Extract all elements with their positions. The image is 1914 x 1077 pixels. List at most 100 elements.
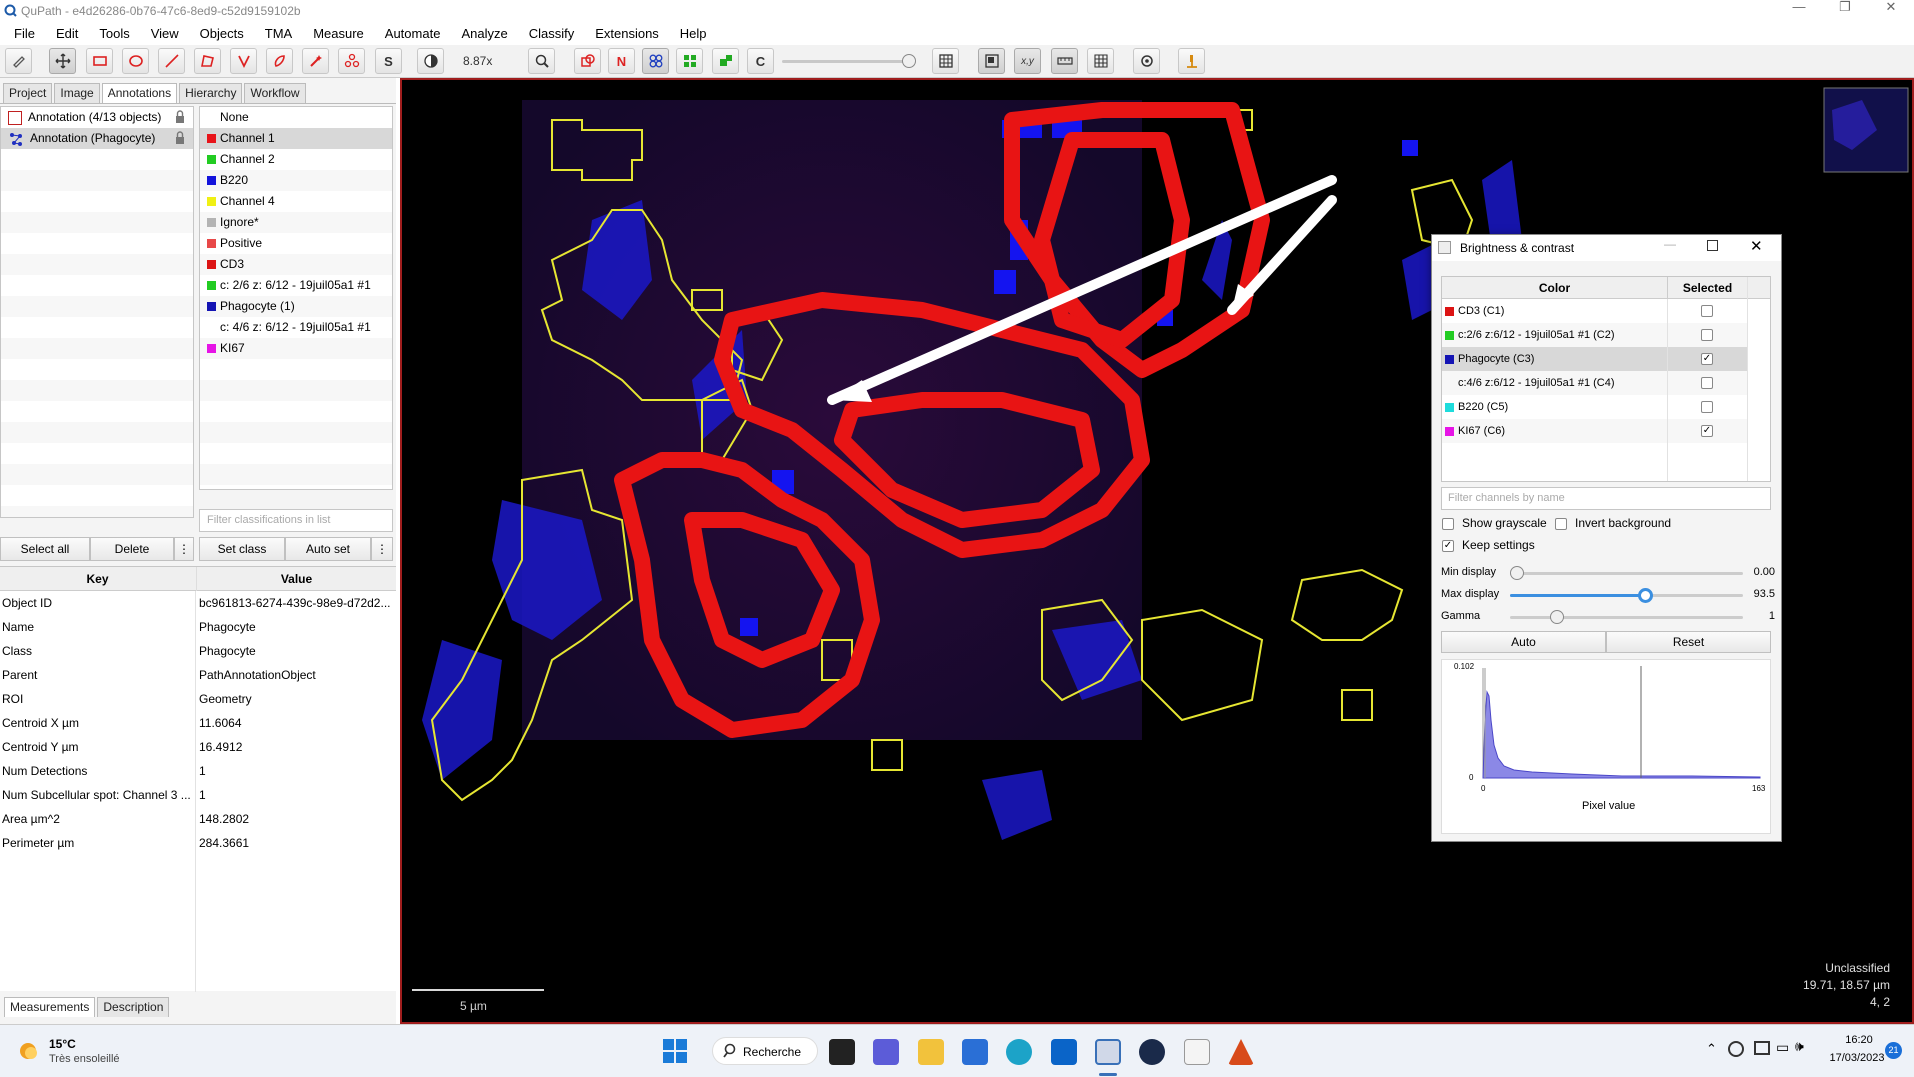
- class-list-item[interactable]: KI67: [200, 338, 392, 359]
- preferences-gear-icon[interactable]: [1133, 48, 1160, 74]
- teams-chat-icon[interactable]: [873, 1039, 899, 1065]
- line-tool-icon[interactable]: [158, 48, 185, 74]
- class-list-item[interactable]: c: 2/6 z: 6/12 - 19juil05a1 #1: [200, 275, 392, 296]
- show-overview-icon[interactable]: [978, 48, 1005, 74]
- outlook-icon[interactable]: [1051, 1039, 1077, 1065]
- store-icon[interactable]: [962, 1039, 988, 1065]
- tab-measurements[interactable]: Measurements: [4, 997, 96, 1017]
- channel-row[interactable]: c:2/6 z:6/12 - 19juil05a1 #1 (C2): [1442, 323, 1747, 347]
- min-display-slider[interactable]: [1510, 572, 1743, 575]
- clock-time[interactable]: 16:20: [1834, 1034, 1884, 1046]
- menu-extensions[interactable]: Extensions: [581, 26, 666, 41]
- wand-tool-icon[interactable]: [302, 48, 329, 74]
- opacity-slider-thumb[interactable]: [902, 54, 916, 68]
- auto-set-button[interactable]: Auto set: [285, 537, 371, 561]
- show-annotations-icon[interactable]: [574, 48, 601, 74]
- measurement-table-icon[interactable]: [932, 48, 959, 74]
- close-window-button[interactable]: ✕: [1868, 0, 1914, 21]
- menu-help[interactable]: Help: [666, 26, 714, 41]
- selection-mode-button[interactable]: S: [375, 48, 402, 74]
- menu-view[interactable]: View: [137, 26, 186, 41]
- class-list-item[interactable]: Channel 2: [200, 149, 392, 170]
- channel-visible-checkbox[interactable]: [1701, 401, 1713, 413]
- show-connections-button[interactable]: C: [747, 48, 774, 74]
- task-view-icon[interactable]: [829, 1039, 855, 1065]
- menu-analyze[interactable]: Analyze: [447, 26, 514, 41]
- menu-objects[interactable]: Objects: [186, 26, 251, 41]
- show-location-button[interactable]: x,y: [1014, 48, 1041, 74]
- class-list-item[interactable]: c: 4/6 z: 6/12 - 19juil05a1 #1: [200, 317, 392, 338]
- table-row[interactable]: Parent PathAnnotationObject: [0, 663, 396, 687]
- class-list-item[interactable]: None: [200, 107, 392, 128]
- clock-date[interactable]: 17/03/2023: [1824, 1052, 1890, 1064]
- show-tma-grid-icon[interactable]: [642, 48, 669, 74]
- rectangle-tool-icon[interactable]: [86, 48, 113, 74]
- table-row[interactable]: Class Phagocyte: [0, 639, 396, 663]
- dialog-close-button[interactable]: ✕: [1750, 237, 1763, 255]
- menu-automate[interactable]: Automate: [371, 26, 448, 41]
- class-list-item[interactable]: Phagocyte (1): [200, 296, 392, 317]
- annotation-more-button[interactable]: ⋮: [174, 537, 194, 561]
- taskbar-search-box[interactable]: Recherche: [712, 1037, 818, 1065]
- tab-description[interactable]: Description: [97, 997, 170, 1017]
- channel-row[interactable]: Phagocyte (C3) ✓: [1442, 347, 1747, 371]
- tab-workflow[interactable]: Workflow: [244, 83, 306, 103]
- class-list-item[interactable]: B220: [200, 170, 392, 191]
- windows-start-icon[interactable]: [663, 1039, 687, 1063]
- class-list-item[interactable]: Ignore*: [200, 212, 392, 233]
- menu-classify[interactable]: Classify: [515, 26, 582, 41]
- channel-row[interactable]: KI67 (C6) ✓: [1442, 419, 1747, 443]
- show-grayscale-checkbox[interactable]: [1442, 518, 1454, 530]
- channel-visible-checkbox[interactable]: [1701, 377, 1713, 389]
- max-display-thumb[interactable]: [1638, 588, 1653, 603]
- tab-annotations[interactable]: Annotations: [101, 83, 178, 103]
- delete-button[interactable]: Delete: [90, 537, 174, 561]
- menu-tma[interactable]: TMA: [251, 26, 299, 41]
- channel-row[interactable]: CD3 (C1): [1442, 299, 1747, 323]
- menu-edit[interactable]: Edit: [42, 26, 85, 41]
- maximize-button[interactable]: ❐: [1822, 0, 1868, 21]
- zen-app-icon[interactable]: [1139, 1039, 1165, 1065]
- class-more-button[interactable]: ⋮: [371, 537, 393, 561]
- show-scalebar-icon[interactable]: [1051, 48, 1078, 74]
- qupath-taskbar-icon[interactable]: [1095, 1039, 1121, 1065]
- select-all-button[interactable]: Select all: [0, 537, 90, 561]
- channel-filter-input[interactable]: Filter channels by name: [1441, 487, 1771, 510]
- channel-visible-checkbox[interactable]: ✓: [1701, 353, 1713, 365]
- list-item[interactable]: Annotation (4/13 objects): [1, 107, 193, 128]
- chevron-up-icon[interactable]: ⌃: [1706, 1041, 1717, 1057]
- edge-browser-icon[interactable]: [1006, 1039, 1032, 1065]
- table-row[interactable]: Name Phagocyte: [0, 615, 396, 639]
- matlab-icon[interactable]: [1228, 1039, 1254, 1065]
- gamma-thumb[interactable]: [1550, 610, 1564, 624]
- zoom-to-fit-icon[interactable]: [528, 48, 555, 74]
- volume-icon[interactable]: 🕪: [1795, 1038, 1804, 1055]
- auto-button[interactable]: Auto: [1441, 631, 1606, 653]
- menu-tools[interactable]: Tools: [85, 26, 136, 41]
- sync-icon[interactable]: [1728, 1041, 1744, 1057]
- class-filter-input[interactable]: Filter classifications in list: [199, 509, 393, 532]
- display-icon[interactable]: [1754, 1041, 1770, 1055]
- points-tool-icon[interactable]: [338, 48, 365, 74]
- weather-sun-icon[interactable]: [17, 1040, 39, 1062]
- min-display-thumb[interactable]: [1510, 566, 1524, 580]
- menu-measure[interactable]: Measure: [299, 26, 371, 41]
- class-list-item[interactable]: CD3: [200, 254, 392, 275]
- network-icon[interactable]: ▭: [1776, 1039, 1789, 1056]
- show-detections-icon[interactable]: [676, 48, 703, 74]
- invert-background-checkbox[interactable]: [1555, 518, 1567, 530]
- tab-image[interactable]: Image: [54, 83, 100, 103]
- table-row[interactable]: Centroid X µm 11.6064: [0, 711, 396, 735]
- polyline-tool-icon[interactable]: [230, 48, 257, 74]
- channel-visible-checkbox[interactable]: [1701, 329, 1713, 341]
- channel-row[interactable]: c:4/6 z:6/12 - 19juil05a1 #1 (C4): [1442, 371, 1747, 395]
- reset-button[interactable]: Reset: [1606, 631, 1771, 653]
- set-class-button[interactable]: Set class: [199, 537, 285, 561]
- polygon-tool-icon[interactable]: [194, 48, 221, 74]
- table-row[interactable]: Num Detections 1: [0, 759, 396, 783]
- dialog-minimize-button[interactable]: —: [1664, 237, 1676, 251]
- brightness-contrast-icon[interactable]: [417, 48, 444, 74]
- channel-visible-checkbox[interactable]: [1701, 305, 1713, 317]
- show-names-button[interactable]: N: [608, 48, 635, 74]
- list-item[interactable]: Annotation (Phagocyte): [1, 128, 193, 149]
